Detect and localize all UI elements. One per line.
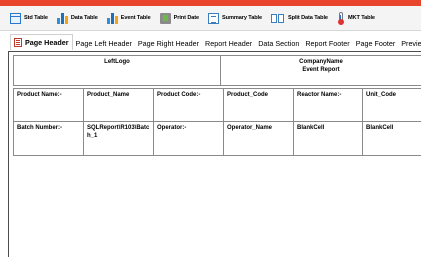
split-data-table-label: Split Data Table — [288, 15, 328, 21]
tab-label: Page Header — [25, 38, 69, 47]
table-cell[interactable]: SQLReport\R103\Batch_1 — [83, 121, 154, 156]
thermometer-icon — [337, 11, 345, 25]
table-cell[interactable]: Unit_Code — [362, 88, 421, 122]
data-table-icon — [56, 12, 68, 24]
company-name-label: CompanyName — [299, 59, 343, 65]
table-row: Batch Number:- SQLReport\R103\Batch_1 Op… — [13, 121, 421, 156]
document-icon — [14, 38, 22, 47]
split-data-table-icon — [271, 13, 285, 24]
event-table-icon — [106, 12, 118, 24]
data-table-label: Data Table — [70, 15, 98, 21]
tab-page-left-header[interactable]: Page Left Header — [73, 37, 135, 50]
std-table-button[interactable]: Std Table — [10, 12, 48, 24]
tab-report-header[interactable]: Report Header — [202, 37, 255, 50]
left-logo-label: LeftLogo — [104, 59, 130, 65]
table-cell[interactable]: Batch Number:- — [13, 121, 84, 156]
left-logo-cell[interactable]: LeftLogo — [14, 56, 221, 85]
tab-data-section[interactable]: Data Section — [255, 37, 302, 50]
report-design-canvas[interactable]: LeftLogo CompanyName Event Report Produc… — [8, 51, 421, 257]
print-date-button[interactable]: Print Date — [159, 12, 200, 24]
table-cell[interactable]: BlankCell — [362, 121, 421, 156]
mkt-table-label: MKT Table — [347, 15, 375, 21]
table-cell[interactable]: Operator_Name — [223, 121, 294, 156]
table-cell[interactable]: Reactor Name:- — [293, 88, 363, 122]
summary-table-label: Summary Table — [222, 15, 262, 21]
event-report-label: Event Report — [302, 66, 340, 73]
print-date-label: Print Date — [173, 15, 200, 21]
table-row: Product Name:- Product_Name Product Code… — [13, 88, 421, 122]
event-table-button[interactable]: Event Table — [106, 12, 151, 24]
table-cell[interactable]: Product_Code — [223, 88, 294, 122]
tab-report-footer[interactable]: Report Footer — [302, 37, 352, 50]
data-table-button[interactable]: Data Table — [56, 12, 98, 24]
mkt-table-button[interactable]: MKT Table — [337, 11, 375, 25]
page-header-box: LeftLogo CompanyName Event Report — [13, 55, 421, 86]
std-table-label: Std Table — [24, 15, 48, 21]
tab-preview[interactable]: Preview — [398, 37, 421, 50]
event-table-label: Event Table — [120, 15, 151, 21]
table-cell[interactable]: Product Name:- — [13, 88, 84, 122]
std-table-icon — [10, 12, 21, 24]
table-cell[interactable]: Operator:- — [153, 121, 224, 156]
tab-page-header[interactable]: Page Header — [10, 34, 73, 50]
table-cell[interactable]: BlankCell — [293, 121, 363, 156]
table-cell[interactable]: Product_Name — [83, 88, 154, 122]
header-fields-table: Product Name:- Product_Name Product Code… — [13, 88, 421, 156]
table-cell[interactable]: Product Code:- — [153, 88, 224, 122]
summary-table-button[interactable]: Summary Table — [208, 12, 262, 24]
tab-page-right-header[interactable]: Page Right Header — [135, 37, 202, 50]
split-data-table-button[interactable]: Split Data Table — [271, 13, 328, 24]
section-tabs: Page Header Page Left Header Page Right … — [0, 34, 421, 50]
print-date-icon — [159, 12, 171, 24]
tab-page-footer[interactable]: Page Footer — [353, 37, 399, 50]
summary-table-icon — [208, 12, 220, 24]
company-cell[interactable]: CompanyName Event Report — [221, 56, 421, 85]
toolbar: Std Table Data Table Event Table Print D… — [0, 6, 421, 31]
